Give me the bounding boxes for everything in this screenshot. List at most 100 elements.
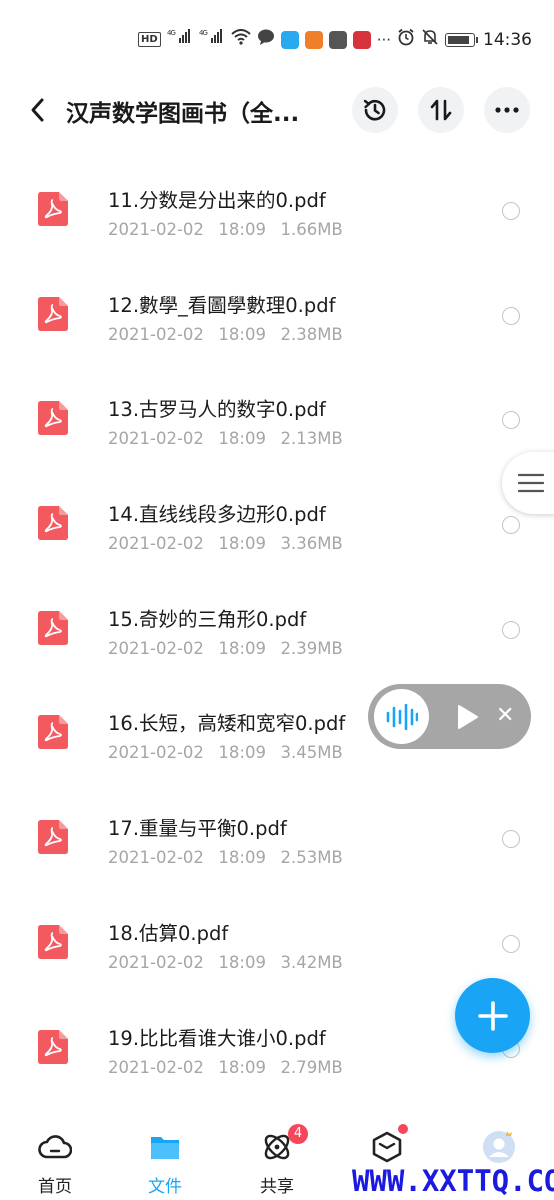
nav-files[interactable]: 文件 [110, 1110, 220, 1200]
sort-icon [430, 99, 452, 121]
more-button[interactable] [484, 87, 530, 133]
play-icon[interactable] [454, 704, 480, 730]
nav-share-label: 共享 [260, 1177, 294, 1197]
history-icon [363, 99, 386, 121]
file-row[interactable]: 12.數學_看圖學數理0.pdf 2021-02-02 18:09 2.38MB [0, 255, 554, 360]
file-time: 18:09 [218, 743, 266, 763]
status-bar: HD 4G 4G ··· 14:36 [0, 0, 554, 82]
folder-icon [151, 1137, 179, 1159]
signal-icon-2: 4G [199, 28, 225, 51]
pdf-icon [38, 820, 68, 855]
nav-files-label: 文件 [148, 1177, 182, 1197]
more-icon [495, 107, 519, 113]
file-date: 2021-02-02 [108, 743, 204, 763]
cube-icon [372, 1131, 402, 1163]
file-name: 14.直线线段多边形0.pdf [108, 503, 326, 527]
chevron-left-icon [31, 98, 44, 122]
file-size: 3.36MB [280, 534, 343, 554]
file-date: 2021-02-02 [108, 848, 204, 868]
file-name: 17.重量与平衡0.pdf [108, 817, 287, 841]
file-size: 2.13MB [280, 429, 343, 449]
file-size: 3.42MB [280, 952, 343, 972]
file-row[interactable]: 11.分数是分出来的0.pdf 2021-02-02 18:09 1.66MB [0, 150, 554, 255]
audio-wave-button[interactable] [374, 689, 429, 744]
message-icon [257, 28, 275, 51]
top-app-bar: 汉声数学图画书（全... [0, 82, 554, 138]
file-name: 11.分数是分出来的0.pdf [108, 189, 326, 212]
pdf-icon [38, 1029, 68, 1064]
file-time: 18:09 [218, 848, 266, 868]
sort-button[interactable] [418, 87, 464, 133]
file-time: 18:09 [218, 638, 266, 658]
file-size: 3.45MB [280, 743, 343, 763]
sound-wave-icon [386, 703, 418, 730]
status-time: 14:36 [483, 29, 532, 50]
svg-text:4G: 4G [167, 29, 175, 37]
pdf-icon [38, 192, 68, 226]
nav-share[interactable]: 4 共享 [222, 1110, 332, 1200]
add-button[interactable] [455, 978, 530, 1053]
select-radio[interactable] [502, 830, 520, 849]
file-row[interactable]: 14.直线线段多边形0.pdf 2021-02-02 18:09 3.36MB [0, 464, 554, 569]
status-icons: HD 4G 4G ··· 14:36 [138, 28, 532, 51]
file-date: 2021-02-02 [108, 1057, 204, 1077]
select-radio[interactable] [502, 934, 520, 953]
alarm-icon [397, 28, 415, 51]
file-time: 18:09 [218, 220, 266, 239]
file-date: 2021-02-02 [108, 952, 204, 972]
pdf-icon [38, 924, 68, 959]
file-size: 2.79MB [280, 1057, 343, 1077]
file-row[interactable]: 13.古罗马人的数字0.pdf 2021-02-02 18:09 2.13MB [0, 359, 554, 464]
file-size: 2.53MB [280, 848, 343, 868]
file-list: 11.分数是分出来的0.pdf 2021-02-02 18:09 1.66MB 12… [0, 150, 554, 1092]
file-time: 18:09 [218, 534, 266, 554]
app-notification-icon-2 [304, 30, 323, 49]
history-button[interactable] [352, 87, 398, 133]
file-date: 2021-02-02 [108, 324, 204, 344]
file-time: 18:09 [218, 1057, 266, 1077]
file-meta: 2021-02-02 18:09 2.38MB [108, 325, 343, 344]
more-notifications-icon: ··· [376, 30, 391, 49]
wifi-icon [231, 29, 251, 50]
select-radio[interactable] [502, 202, 520, 220]
file-name: 16.长短，高矮和宽窄0.pdf [108, 712, 346, 736]
watermark-text: WWW.XXTTQ.COM [352, 1164, 554, 1198]
file-name: 13.古罗马人的数字0.pdf [108, 398, 326, 422]
avatar-icon [483, 1131, 515, 1163]
discover-dot [398, 1124, 408, 1134]
select-radio[interactable] [502, 620, 520, 639]
file-meta: 2021-02-02 18:09 2.53MB [108, 848, 343, 867]
menu-icon [518, 473, 544, 493]
file-meta: 2021-02-02 18:09 3.45MB [108, 743, 343, 762]
mute-icon [421, 28, 439, 51]
file-row[interactable]: 18.估算0.pdf 2021-02-02 18:09 3.42MB [0, 883, 554, 988]
select-radio[interactable] [502, 306, 520, 325]
app-notification-icon-3 [328, 30, 347, 49]
pdf-icon [38, 506, 68, 541]
signal-icon-1: 4G [167, 28, 193, 51]
pdf-icon [38, 296, 68, 331]
file-name: 18.估算0.pdf [108, 921, 229, 945]
file-meta: 2021-02-02 18:09 2.13MB [108, 429, 343, 448]
file-date: 2021-02-02 [108, 534, 204, 554]
file-meta: 2021-02-02 18:09 3.42MB [108, 953, 343, 972]
file-row[interactable]: 15.奇妙的三角形0.pdf 2021-02-02 18:09 2.39MB [0, 569, 554, 674]
file-size: 2.39MB [280, 638, 343, 658]
file-size: 2.38MB [280, 324, 343, 344]
cloud-home-icon [38, 1135, 72, 1159]
file-date: 2021-02-02 [108, 429, 204, 449]
close-icon[interactable]: ✕ [496, 705, 514, 727]
audio-mini-player[interactable]: ✕ [368, 684, 531, 749]
select-radio[interactable] [502, 516, 520, 535]
file-meta: 2021-02-02 18:09 1.66MB [108, 220, 343, 239]
pdf-icon [38, 401, 68, 436]
battery-icon [445, 32, 478, 47]
file-meta: 2021-02-02 18:09 2.79MB [108, 1058, 343, 1077]
nav-home[interactable]: 首页 [0, 1110, 110, 1200]
pdf-icon [38, 715, 68, 750]
file-name: 12.數學_看圖學數理0.pdf [108, 293, 336, 317]
file-row[interactable]: 17.重量与平衡0.pdf 2021-02-02 18:09 2.53MB [0, 778, 554, 883]
back-button[interactable] [22, 92, 52, 128]
plus-icon [477, 1000, 508, 1031]
select-radio[interactable] [502, 411, 520, 430]
